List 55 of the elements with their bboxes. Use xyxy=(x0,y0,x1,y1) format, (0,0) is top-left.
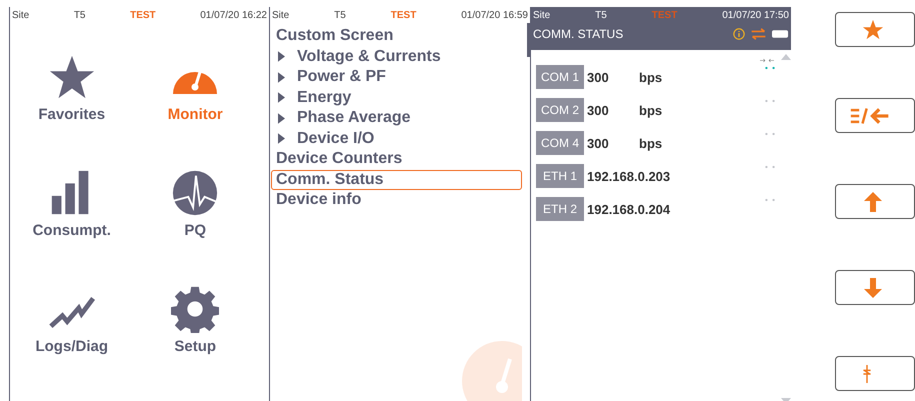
mode-label: TEST xyxy=(130,10,156,20)
screen-title: COMM. STATUS xyxy=(533,27,624,41)
menu-tile[interactable]: Favorites xyxy=(10,53,134,123)
side-button[interactable] xyxy=(835,356,915,391)
port-value: 192.168.0.204 xyxy=(587,202,670,216)
menu-item[interactable]: Phase Average xyxy=(271,108,522,128)
menu-item[interactable]: Energy xyxy=(271,88,522,108)
battery-icon xyxy=(772,28,789,40)
menu-item[interactable]: Power & PF xyxy=(271,67,522,88)
unit-label: T5 xyxy=(334,10,346,20)
direction-arrows-icon xyxy=(760,58,774,63)
date-time: 01/07/20 17:50 xyxy=(722,10,789,20)
info-icon xyxy=(733,28,745,40)
site-label: Site xyxy=(12,10,30,20)
menu-item[interactable]: Device info xyxy=(271,190,522,210)
port-unit: bps xyxy=(639,70,662,84)
port-unit: bps xyxy=(639,136,662,150)
menu-item[interactable]: Device I/O xyxy=(271,128,522,149)
pulse-icon xyxy=(171,169,220,217)
side-button[interactable] xyxy=(835,270,915,305)
mode-label: TEST xyxy=(390,10,416,20)
port-label: COM 4 xyxy=(536,131,584,155)
side-button[interactable] xyxy=(835,98,915,133)
port-unit: bps xyxy=(639,102,662,118)
menu-tile[interactable]: PQ xyxy=(134,169,257,239)
menu-tile[interactable]: Setup xyxy=(134,285,257,355)
port-value: 192.168.0.203 xyxy=(587,168,670,184)
port-label: ETH 2 xyxy=(536,197,584,221)
port-label: COM 1 xyxy=(536,65,584,89)
menu-item[interactable]: Custom Screen xyxy=(271,26,522,46)
mode-label: TEST xyxy=(652,10,678,20)
port-label: ETH 1 xyxy=(536,164,584,188)
down-arrow-icon xyxy=(862,276,884,298)
date-time: 01/07/20 16:59 xyxy=(461,10,528,20)
port-value: 300 xyxy=(587,70,610,84)
transfer-arrows-icon xyxy=(750,28,767,40)
unit-label: T5 xyxy=(595,10,607,20)
star-icon xyxy=(862,18,884,40)
settings-icon xyxy=(171,285,220,333)
side-button[interactable] xyxy=(835,12,915,47)
menu-item[interactable]: Voltage & Currents xyxy=(271,46,522,67)
port-value: 300 xyxy=(587,102,610,118)
menu-tile[interactable]: Consumpt. xyxy=(10,169,134,239)
port-value: 300 xyxy=(587,136,610,150)
up-arrow-icon xyxy=(862,190,884,212)
side-button[interactable] xyxy=(835,184,915,219)
menu-item[interactable]: Comm. Status xyxy=(271,170,522,190)
menu-item[interactable]: Device Counters xyxy=(271,149,522,170)
site-label: Site xyxy=(272,10,290,20)
gauge-icon xyxy=(173,70,218,95)
site-label: Site xyxy=(533,10,550,20)
menu-tile[interactable]: Logs/Diag xyxy=(10,285,134,355)
date-time: 01/07/20 16:22 xyxy=(200,10,267,20)
port-label: COM 2 xyxy=(536,98,584,122)
unit-label: T5 xyxy=(74,10,86,20)
